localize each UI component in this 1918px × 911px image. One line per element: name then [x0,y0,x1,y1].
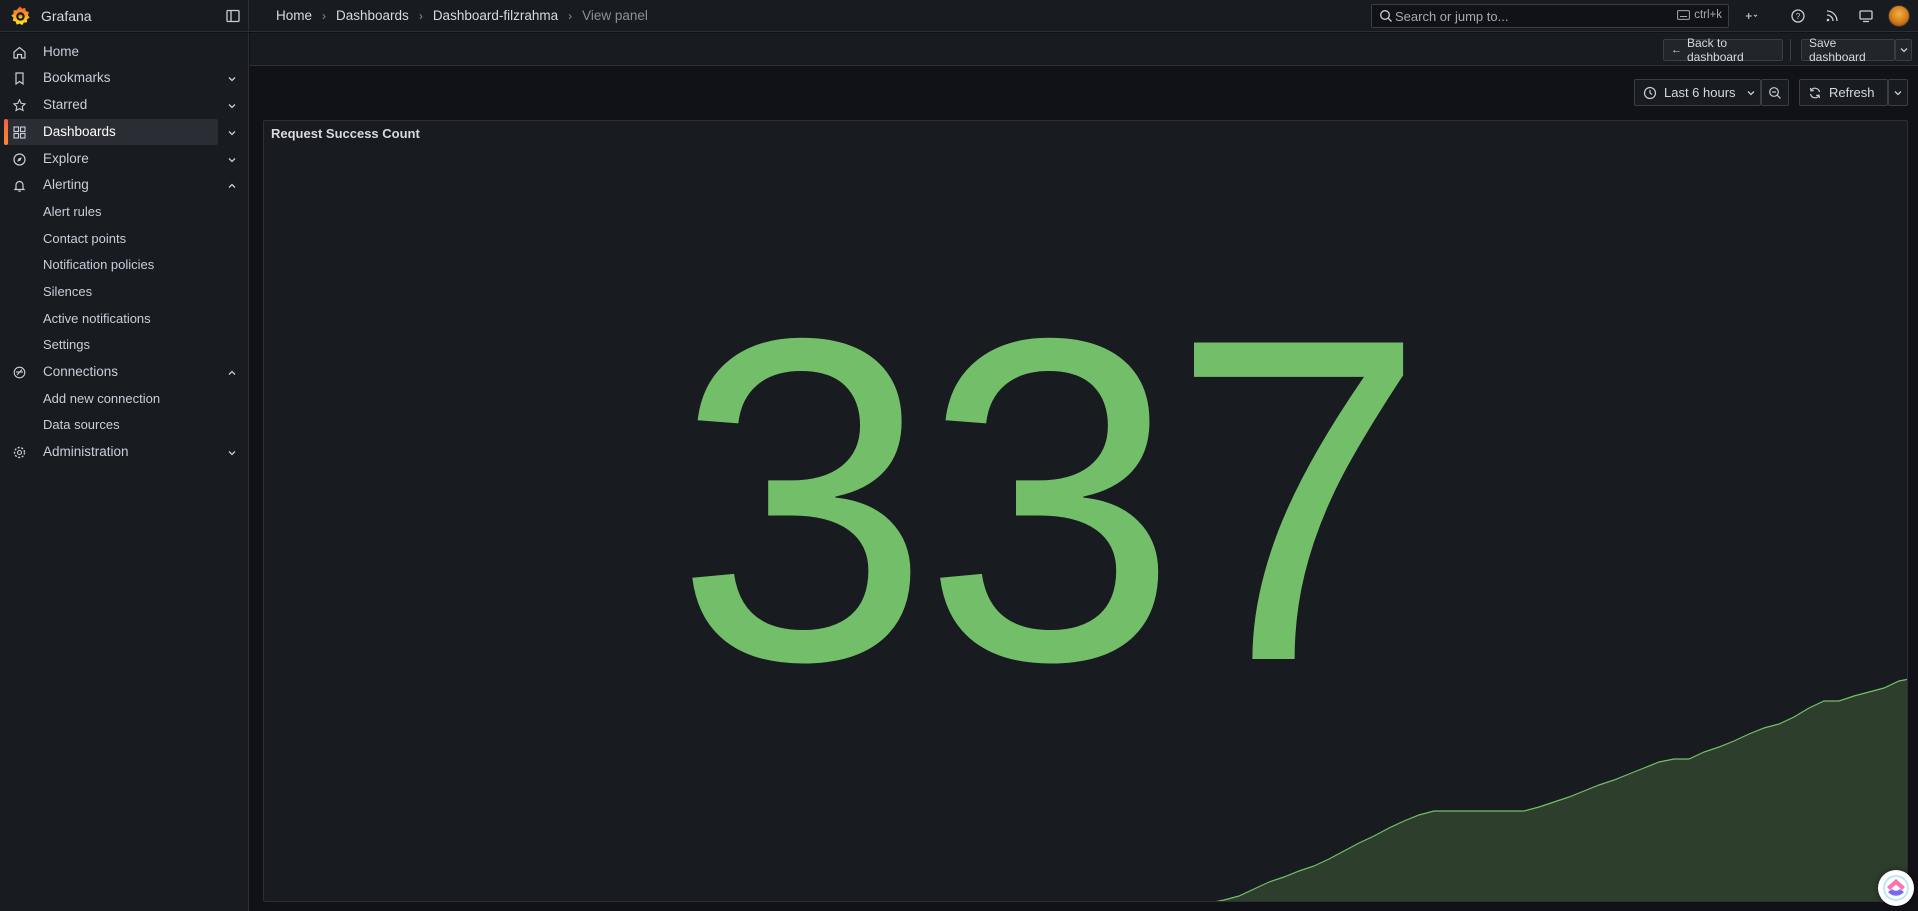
sidebar-item-label: Starred [43,97,88,112]
sidebar-subitem-settings[interactable]: Settings [43,337,90,357]
floating-assistant-button[interactable] [1878,870,1914,906]
sidebar-item-starred[interactable]: Starred [0,92,249,118]
chevron-up-icon[interactable] [227,368,237,378]
breadcrumb-separator: › [322,8,327,23]
search-icon [1380,10,1392,22]
chevron-down-icon[interactable] [227,128,237,138]
refresh-label: Refresh [1829,85,1875,100]
sidebar-item-label: Bookmarks [43,70,111,85]
dashboard-toolbar: ← Back to dashboard Save dashboard [250,33,1918,66]
arrow-left-icon: ← [1671,44,1682,56]
active-indicator [4,119,8,145]
breadcrumb-current: View panel [582,8,648,23]
chevron-down-icon [1900,48,1907,53]
user-avatar[interactable] [1888,5,1910,27]
gear-icon [13,446,26,459]
sidebar-item-label: Connections [43,364,119,379]
panel-title[interactable]: Request Success Count [271,126,420,141]
breadcrumb-dashboard[interactable]: Dashboard-filzrahma [433,8,558,23]
kiosk-mode-icon[interactable] [1857,7,1875,25]
refresh-interval-dropdown[interactable] [1888,79,1908,106]
save-button-label: Save dashboard [1809,36,1866,64]
sidebar-item-bookmarks[interactable]: Bookmarks [0,65,249,91]
sidebar-item-label: Dashboards [43,124,116,139]
top-bar: Grafana Home › Dashboards › Dashboard-fi… [0,0,1918,32]
keyboard-icon [1677,10,1691,20]
shortcut-label: ctrl+k [1694,9,1722,21]
search-placeholder: Search or jump to... [1395,9,1509,24]
sidebar-item-explore[interactable]: Explore [0,146,249,172]
clock-icon [1643,86,1657,99]
star-icon [12,98,27,112]
refresh-button[interactable]: Refresh [1799,79,1888,106]
back-button-label: Back to dashboard [1687,36,1744,64]
sidebar-item-alerting[interactable]: Alerting [0,172,249,198]
chevron-down-icon[interactable] [227,155,237,165]
time-range-picker[interactable]: Last 6 hours [1634,79,1761,106]
dock-menu-icon[interactable] [226,9,240,23]
refresh-icon [1809,87,1821,98]
dashboards-icon [13,126,26,139]
chevron-down-icon[interactable] [227,101,237,111]
svg-text:?: ? [1796,12,1801,21]
sidebar-subitem-notification-policies[interactable]: Notification policies [43,257,154,277]
sidebar-subitem-add-new-connection[interactable]: Add new connection [43,391,160,411]
breadcrumb-home[interactable]: Home [276,8,312,23]
sidebar-subitem-silences[interactable]: Silences [43,284,92,304]
sidebar-subitem-data-sources[interactable]: Data sources [43,417,120,437]
chevron-down-icon [1894,90,1902,95]
sidebar-item-label: Administration [43,444,129,459]
breadcrumb-separator: › [568,8,573,23]
clickup-logo-icon [1883,875,1909,901]
time-controls: Last 6 hours Refresh [250,67,1918,117]
time-range-label: Last 6 hours [1664,85,1736,100]
bell-icon [13,180,26,192]
chevron-down-icon[interactable] [227,74,237,84]
stat-value: 337 [674,244,1427,757]
sidebar-item-label: Home [43,44,80,59]
search-shortcut: ctrl+k [1677,9,1722,21]
chevron-down-icon [1747,90,1755,95]
back-to-dashboard-button[interactable]: ← Back to dashboard [1663,36,1783,64]
sidebar-item-dashboards[interactable]: Dashboards [0,119,249,145]
grafana-logo-icon[interactable] [9,5,31,27]
sidebar-item-home[interactable]: Home [0,39,249,65]
compass-icon [13,153,26,166]
save-dashboard-button[interactable]: Save dashboard [1801,36,1895,64]
breadcrumb-dashboards[interactable]: Dashboards [336,8,409,23]
chevron-up-icon[interactable] [227,181,237,191]
sidebar-subitem-active-notifications[interactable]: Active notifications [43,311,151,331]
sidebar-nav: Home Bookmarks Starred Dashboards Explor… [0,33,249,911]
sidebar-item-label: Alerting [43,177,89,192]
rss-news-icon[interactable] [1823,7,1841,25]
sidebar-subitem-alert-rules[interactable]: Alert rules [43,204,102,224]
sidebar-item-connections[interactable]: Connections [0,359,249,385]
stat-panel[interactable]: Request Success Count 337 [263,120,1908,902]
connections-icon [13,366,26,379]
sidebar-item-administration[interactable]: Administration [0,439,249,465]
bookmark-icon [15,72,24,86]
sidebar-subitem-contact-points[interactable]: Contact points [43,231,126,251]
search-input[interactable]: Search or jump to... ctrl+k [1371,4,1729,28]
home-icon [13,46,26,59]
zoom-out-icon [1769,86,1781,99]
save-options-dropdown[interactable] [1895,39,1912,61]
main-content: ← Back to dashboard Save dashboard Last … [250,33,1918,911]
toolbar-divider [1790,39,1791,61]
sidebar-item-label: Explore [43,151,89,166]
add-new-icon[interactable] [1742,7,1760,25]
brand: Grafana [0,0,249,32]
breadcrumb: Home › Dashboards › Dashboard-filzrahma … [276,8,648,23]
breadcrumb-separator: › [418,8,423,23]
zoom-out-button[interactable] [1761,79,1789,106]
chevron-down-icon[interactable] [227,448,237,458]
app-name: Grafana [41,8,92,24]
help-icon[interactable]: ? [1789,7,1807,25]
